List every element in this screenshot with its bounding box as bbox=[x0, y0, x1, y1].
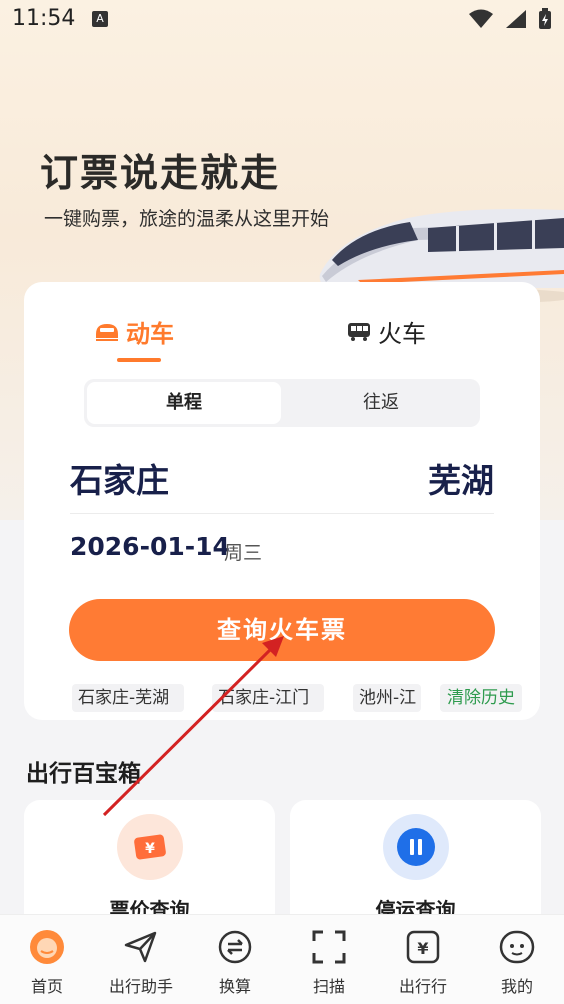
svg-text:¥: ¥ bbox=[145, 841, 155, 857]
active-tab-indicator bbox=[117, 358, 161, 362]
profile-icon bbox=[499, 930, 535, 964]
suspension-query-card[interactable]: 停运查询 bbox=[290, 800, 541, 930]
ticket-price-query-card[interactable]: ¥ 票价查询 bbox=[24, 800, 275, 930]
pause-icon bbox=[382, 814, 449, 880]
nav-convert[interactable]: 换算 bbox=[188, 915, 282, 1004]
nav-label: 出行助手 bbox=[108, 977, 173, 996]
paper-plane-icon bbox=[124, 931, 157, 963]
nav-label: 换算 bbox=[218, 977, 251, 996]
svg-text:¥: ¥ bbox=[417, 939, 428, 958]
history-chip[interactable]: 石家庄-芜湖 bbox=[72, 684, 184, 712]
hero-subtitle: 一键购票，旅途的温柔从这里开始 bbox=[44, 208, 330, 230]
one-way-option[interactable]: 单程 bbox=[87, 382, 281, 424]
home-icon bbox=[30, 930, 64, 964]
history-chip[interactable]: 石家庄-江门 bbox=[212, 684, 324, 712]
nav-label: 我的 bbox=[500, 977, 533, 996]
travel-date[interactable]: 2026-01-14 bbox=[70, 532, 230, 561]
wifi-icon bbox=[468, 9, 493, 28]
booking-card: 动车 火车 单程 往返 石家庄 芜湖 2026-01-14 周三 查询火车票 石… bbox=[24, 282, 540, 720]
nav-label: 首页 bbox=[30, 977, 63, 996]
clear-history-button[interactable]: 清除历史 bbox=[440, 684, 522, 712]
nav-travel-assistant[interactable]: 出行助手 bbox=[94, 915, 188, 1004]
status-time: 11:54 bbox=[12, 6, 76, 31]
tab-dongche[interactable]: 动车 bbox=[94, 316, 174, 348]
ticket-price-icon: ¥ bbox=[116, 814, 183, 880]
travel-weekday: 周三 bbox=[224, 542, 263, 564]
notification-icon: A bbox=[92, 11, 108, 27]
status-bar: 11:54 A bbox=[0, 0, 564, 40]
yen-card-icon: ¥ bbox=[406, 930, 440, 964]
nav-label: 出行行 bbox=[398, 977, 447, 996]
bullet-train-icon bbox=[96, 324, 118, 341]
tab-huoche[interactable]: 火车 bbox=[346, 316, 426, 348]
signal-icon bbox=[505, 10, 526, 28]
history-chip[interactable]: 池州-江 bbox=[353, 684, 421, 712]
nav-scan[interactable]: 扫描 bbox=[282, 915, 376, 1004]
battery-icon bbox=[539, 8, 551, 29]
trip-type-toggle: 单程 往返 bbox=[84, 379, 480, 427]
search-tickets-button[interactable]: 查询火车票 bbox=[69, 599, 495, 661]
nav-home[interactable]: 首页 bbox=[0, 915, 94, 1004]
nav-travel[interactable]: ¥ 出行行 bbox=[376, 915, 470, 1004]
bottom-navigation: 首页 出行助手 换算 扫描 ¥ 出行行 我的 bbox=[0, 914, 564, 1004]
exchange-icon bbox=[218, 930, 252, 964]
departure-city[interactable]: 石家庄 bbox=[70, 454, 169, 502]
tab-huoche-label: 火车 bbox=[378, 319, 426, 348]
round-trip-option[interactable]: 往返 bbox=[284, 382, 478, 424]
tab-dongche-label: 动车 bbox=[126, 319, 174, 348]
train-icon bbox=[348, 323, 370, 341]
scan-icon bbox=[312, 930, 346, 964]
toolbox-title: 出行百宝箱 bbox=[26, 761, 141, 787]
nav-label: 扫描 bbox=[312, 977, 345, 996]
arrival-city[interactable]: 芜湖 bbox=[428, 454, 494, 502]
search-history: 石家庄-芜湖 石家庄-江门 池州-江 清除历史 bbox=[72, 684, 522, 712]
hero-title: 订票说走就走 bbox=[40, 151, 281, 195]
divider bbox=[70, 513, 494, 514]
status-icons bbox=[462, 8, 552, 30]
nav-profile[interactable]: 我的 bbox=[470, 915, 564, 1004]
